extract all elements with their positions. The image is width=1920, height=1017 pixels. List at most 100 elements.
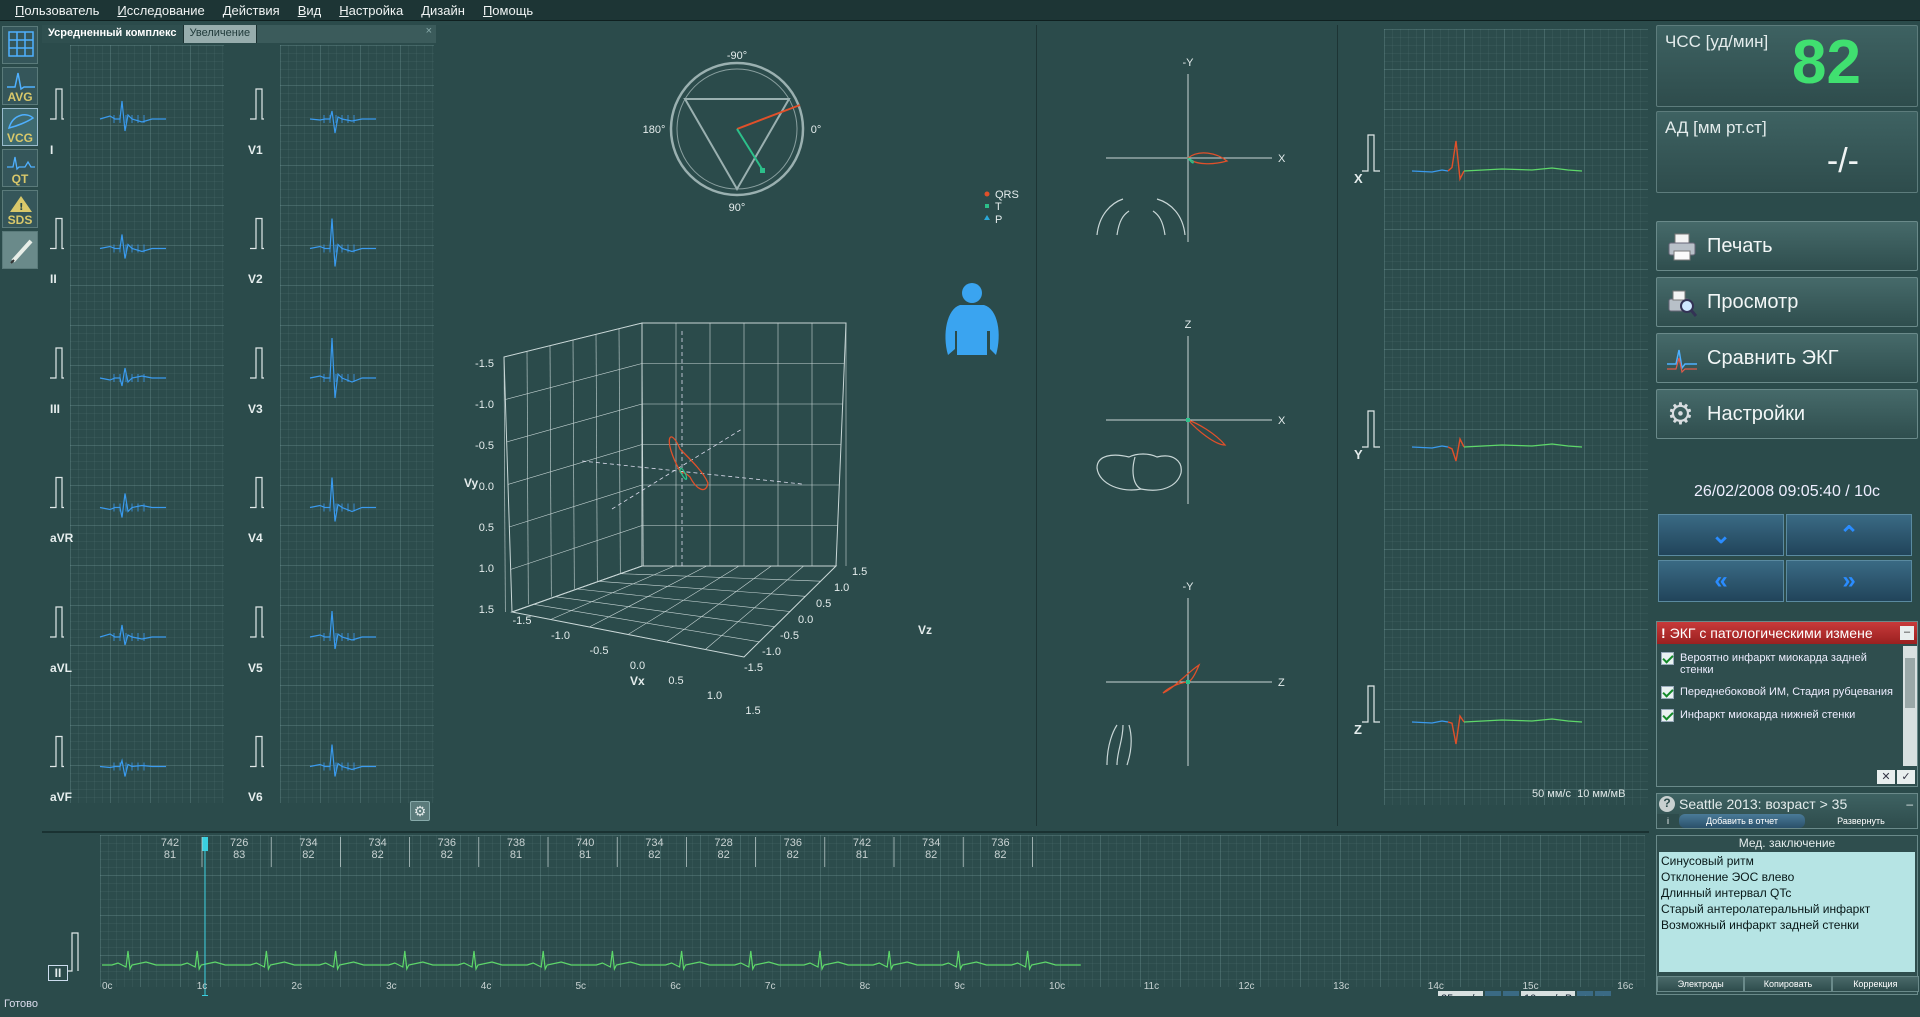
lead-label-aVL: aVL	[50, 661, 73, 675]
correction-button[interactable]: Коррекция	[1831, 976, 1919, 992]
conclusion-text[interactable]: Синусовый ритм Отклонение ЭОС влево Длин…	[1659, 852, 1915, 972]
info-icon[interactable]: i	[1657, 814, 1679, 828]
close-icon[interactable]: ✕	[1877, 770, 1895, 784]
conclusion-title: Мед. заключение	[1738, 836, 1836, 850]
rr-value: 742	[852, 837, 872, 849]
blood-pressure-box: АД [мм рт.ст] -/-	[1656, 111, 1918, 193]
time-label: 0c	[102, 981, 113, 992]
rhythm-lead-label[interactable]: II	[48, 965, 68, 981]
rr-value: 734	[645, 837, 664, 849]
sds-tool-button[interactable]: ! SDS	[2, 190, 38, 228]
time-cursor-handle	[202, 837, 208, 851]
ecg-compare-icon	[1667, 349, 1697, 374]
rhythm-trace	[102, 950, 1081, 972]
lead-label-V2: V2	[248, 272, 263, 286]
chevron-down-icon: ⌄	[1710, 521, 1732, 549]
grid-line	[509, 484, 643, 528]
menu-settings[interactable]: Настройка	[330, 0, 412, 21]
finding-item[interactable]: Инфаркт миокарда нижней стенки	[1657, 703, 1903, 726]
seattle-header: ? Seattle 2013: возраст > 35 –	[1657, 794, 1917, 814]
compare-ecg-button[interactable]: Сравнить ЭКГ	[1656, 333, 1918, 383]
vy-tick-label: 1.0	[479, 563, 494, 575]
avg-tool-button[interactable]: AVG	[2, 67, 38, 105]
p-wave-segment	[1411, 169, 1449, 173]
pencil-icon	[10, 239, 33, 264]
calibration-pulse	[250, 735, 264, 768]
grid-tool-button[interactable]	[2, 26, 38, 64]
checkbox[interactable]	[1661, 652, 1674, 665]
findings-scrollbar[interactable]	[1903, 646, 1917, 766]
qrs-axis-vector	[736, 104, 801, 130]
legend-p-label: P	[995, 214, 1002, 226]
vz-tick-label: 0.5	[816, 598, 831, 610]
calibration-pulse	[250, 476, 264, 509]
double-chevron-right-icon: »	[1842, 567, 1856, 594]
legend-qrs-label: QRS	[995, 189, 1019, 201]
finding-text: Вероятно инфаркт миокарда задней стенки	[1680, 652, 1867, 676]
hr-value: 82	[717, 849, 730, 861]
menu-actions[interactable]: Действия	[214, 0, 289, 21]
conclusion-box: Мед. заключение Синусовый ритм Отклонени…	[1656, 835, 1919, 995]
checkbox[interactable]	[1661, 686, 1674, 699]
menu-study[interactable]: Исследование	[108, 0, 213, 21]
xyz-label-Z: Z	[1354, 722, 1362, 737]
expand-button[interactable]: Развернуть	[1805, 814, 1917, 828]
electrodes-button[interactable]: Электроды	[1657, 976, 1745, 992]
menu-user[interactable]: Пользователь	[6, 0, 108, 21]
menu-design[interactable]: Дизайн	[412, 0, 474, 21]
gear-icon[interactable]: ⚙	[410, 801, 430, 821]
help-icon[interactable]: ?	[1659, 796, 1675, 812]
tab-zoom[interactable]: Увеличение	[183, 25, 258, 43]
rr-interval: 726 83	[219, 837, 259, 861]
grid-line	[510, 525, 643, 570]
add-to-report-button[interactable]: Добавить в отчет	[1679, 814, 1805, 828]
tab-close-icon[interactable]: ×	[257, 25, 436, 43]
vx-tick-label: -0.5	[590, 645, 609, 657]
finding-item[interactable]: Переднебоковой ИМ, Стадия рубцевания	[1657, 680, 1903, 703]
scrollbar-thumb[interactable]	[1905, 658, 1915, 708]
finding-item[interactable]: Вероятно инфаркт миокарда задней стенки	[1657, 646, 1903, 680]
vcg-tool-button[interactable]: VCG	[2, 108, 38, 146]
grid-line	[526, 351, 529, 605]
vy-tick-label: 0.5	[479, 522, 494, 534]
left-toolbar: AVG VCG QT ! SDS	[0, 23, 40, 803]
edit-tool-button[interactable]	[2, 231, 38, 269]
time-label: 10c	[1049, 981, 1066, 992]
rr-interval: 734 82	[911, 837, 951, 861]
preview-button[interactable]: Просмотр	[1656, 277, 1918, 327]
time-label: 2c	[291, 981, 302, 992]
nav-next-button[interactable]: »	[1786, 560, 1912, 602]
t-wave-segment	[1463, 167, 1583, 172]
collapse-icon[interactable]: –	[1900, 626, 1914, 640]
nav-up-button[interactable]: ⌃	[1786, 514, 1912, 556]
collapse-icon[interactable]: –	[1906, 797, 1913, 811]
heart-rate-label: ЧСС [уд/мин]	[1665, 32, 1769, 51]
axis-circle-panel: -90° 90° 180° 0° QRS T P	[442, 25, 1032, 237]
xyz-waveforms	[1362, 134, 1583, 745]
vx-axis-label: Vx	[630, 674, 645, 688]
check-icon[interactable]: ✓	[1897, 770, 1915, 784]
calibration-pulse	[250, 347, 264, 379]
qrs-segment	[1447, 714, 1465, 745]
copy-button[interactable]: Копировать	[1744, 976, 1832, 992]
grid-icon	[8, 31, 34, 57]
qt-tool-button[interactable]: QT	[2, 149, 38, 187]
qrs-segment	[1447, 140, 1465, 182]
blood-pressure-label: АД [мм рт.ст]	[1665, 118, 1767, 137]
menu-help[interactable]: Помощь	[474, 0, 542, 21]
print-button[interactable]: Печать	[1656, 221, 1918, 271]
axis-circle-chart: -90° 90° 180° 0° QRS T P	[643, 50, 1019, 226]
seattle-title: Seattle 2013: возраст > 35	[1679, 796, 1848, 812]
checkbox[interactable]	[1661, 709, 1674, 722]
grid-line	[505, 363, 643, 400]
time-label: 4c	[480, 981, 492, 992]
qrs-segment	[1447, 436, 1465, 462]
calibration-pulse	[50, 735, 64, 768]
nav-prev-button[interactable]: «	[1658, 560, 1784, 602]
settings-button[interactable]: ⚙ Настройки	[1656, 389, 1918, 439]
tab-averaged-complex[interactable]: Усредненный комплекс	[42, 25, 184, 43]
status-bar: Готово	[0, 996, 1920, 1012]
rr-value: 736	[991, 837, 1010, 849]
menu-view[interactable]: Вид	[289, 0, 331, 21]
nav-down-button[interactable]: ⌄	[1658, 514, 1784, 556]
